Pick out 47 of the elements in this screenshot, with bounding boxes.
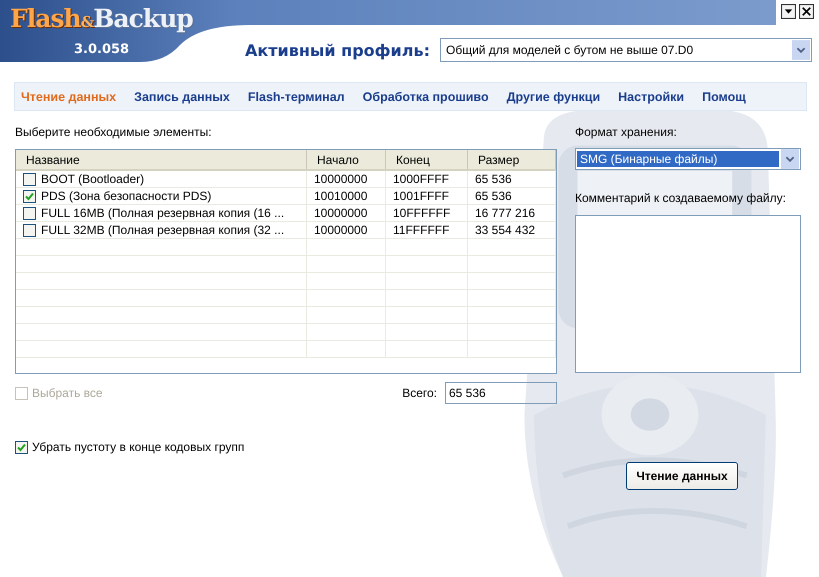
table-cell: PDS (Зона безопасности PDS) bbox=[41, 189, 212, 203]
checkbox[interactable] bbox=[23, 206, 36, 220]
column-header[interactable]: Размер bbox=[468, 150, 556, 169]
column-header[interactable]: Начало bbox=[307, 150, 386, 169]
profile-label: Активный профиль: bbox=[245, 40, 430, 60]
table-cell: 65 536 bbox=[475, 189, 512, 203]
section-label: Выберите необходимые элементы: bbox=[15, 125, 213, 139]
read-data-button[interactable]: Чтение данных bbox=[626, 462, 738, 490]
dropdown-icon[interactable] bbox=[781, 4, 796, 19]
format-dropdown[interactable]: SMG (Бинарные файлы) bbox=[575, 148, 801, 170]
checkbox[interactable] bbox=[23, 224, 36, 236]
table-cell: FULL 32MB (Полная резервная копия (32 ... bbox=[41, 223, 284, 237]
checkbox[interactable] bbox=[15, 440, 28, 454]
total-label: Всего: bbox=[402, 386, 437, 400]
format-label: Формат хранения: bbox=[575, 125, 678, 139]
comment-label: Комментарий к создаваемому файлу: bbox=[575, 191, 787, 205]
tab[interactable]: Другие функци bbox=[506, 90, 600, 104]
total-field[interactable]: 65 536 bbox=[445, 382, 557, 404]
profile-dropdown[interactable]: Общий для моделей с бутом не выше 07.D0 bbox=[440, 38, 812, 62]
table-cell: 33 554 432 bbox=[475, 223, 536, 237]
tab[interactable]: Обработка прошиво bbox=[362, 90, 489, 104]
table-cell: 10010000 bbox=[314, 189, 368, 203]
app-logo: Flash&Backup bbox=[10, 4, 193, 33]
table-cell: 1001FFFF bbox=[393, 189, 450, 203]
table-cell: FULL 16MB (Полная резервная копия (16 ... bbox=[41, 206, 284, 220]
table-cell: 10000000 bbox=[314, 223, 368, 237]
column-header[interactable]: Название bbox=[16, 150, 307, 169]
tab[interactable]: Помощ bbox=[702, 90, 746, 104]
table-cell: 65 536 bbox=[475, 172, 512, 186]
comment-field[interactable] bbox=[575, 215, 801, 373]
table-cell: 11FFFFFF bbox=[393, 223, 450, 237]
table-cell: 16 777 216 bbox=[475, 206, 536, 220]
table-cell: 10000000 bbox=[314, 172, 368, 186]
table-cell: 10000000 bbox=[314, 206, 368, 220]
checkbox[interactable] bbox=[23, 190, 36, 202]
tab[interactable]: Запись данных bbox=[134, 90, 230, 104]
tab[interactable]: Flash-терминал bbox=[248, 90, 345, 104]
table-cell: 1000FFFF bbox=[393, 172, 450, 186]
close-icon[interactable] bbox=[799, 4, 814, 19]
table-cell: 10FFFFFF bbox=[393, 206, 450, 220]
tab[interactable]: Настройки bbox=[618, 90, 684, 104]
table-cell: BOOT (Bootloader) bbox=[41, 172, 144, 186]
checkbox-label: Убрать пустоту в конце кодовых групп bbox=[32, 440, 244, 454]
checkbox[interactable] bbox=[23, 172, 36, 186]
column-header[interactable]: Конец bbox=[386, 150, 468, 169]
version-label: 3.0.058 bbox=[74, 42, 130, 57]
checkbox-label: Выбрать все bbox=[32, 386, 103, 400]
